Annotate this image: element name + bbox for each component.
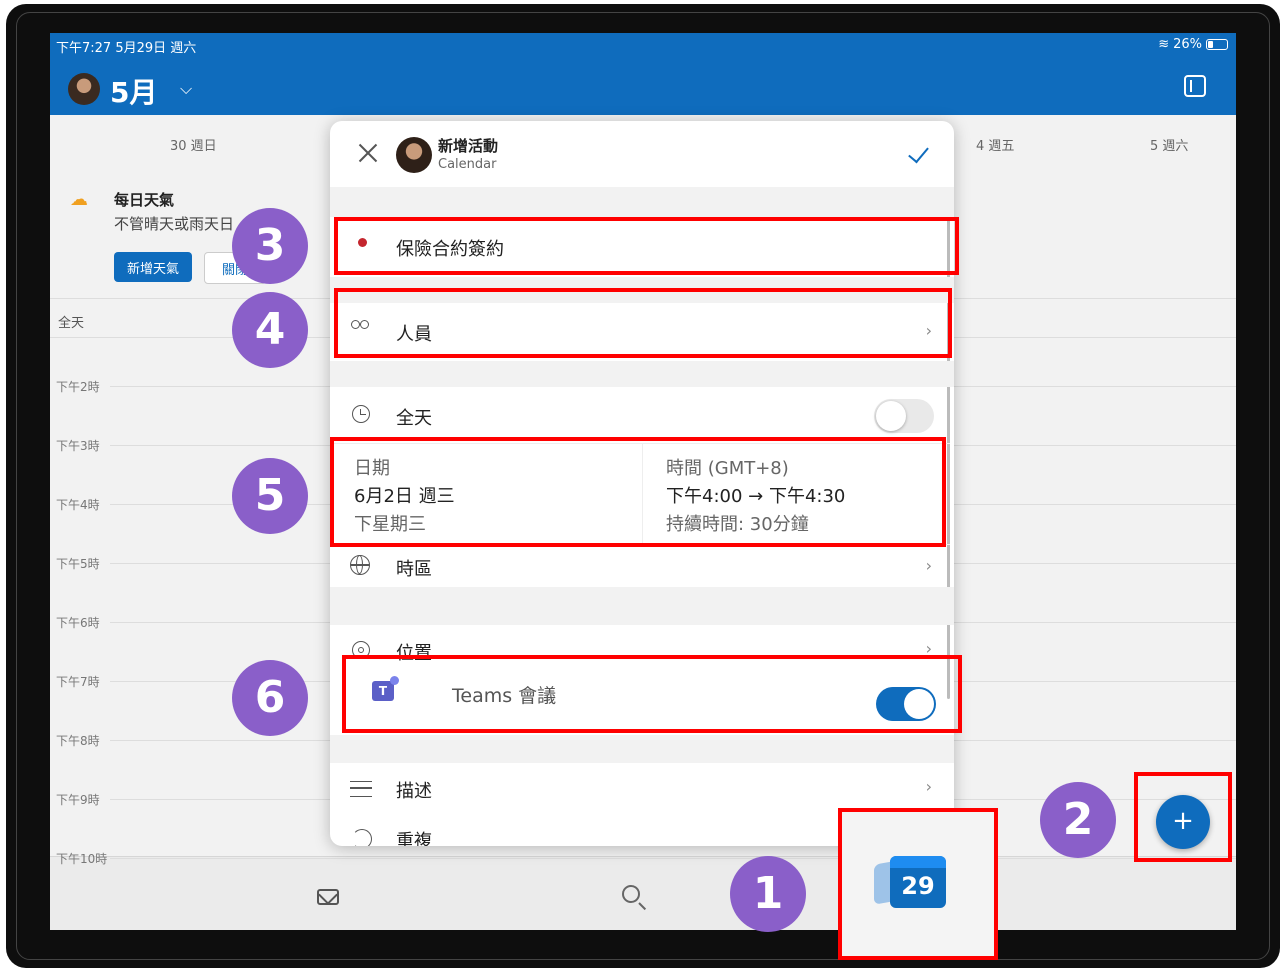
allday-label: 全天 — [58, 316, 85, 331]
all-day-row: 全天 — [330, 387, 950, 443]
highlight-datetime — [330, 437, 946, 547]
hour-label: 下午2時 — [56, 380, 100, 394]
day-header-sun[interactable]: 30 週日 — [170, 135, 217, 154]
dialog-title: 新增活動 — [438, 137, 499, 155]
hour-label: 下午5時 — [56, 557, 100, 571]
highlight-title — [334, 217, 959, 275]
checkmark-icon[interactable] — [908, 141, 929, 164]
day-header-sat[interactable]: 5 週六 — [1150, 135, 1188, 154]
partly-cloudy-icon: ☁ — [70, 189, 88, 210]
account-avatar[interactable] — [68, 73, 100, 105]
chevron-right-icon: › — [925, 777, 932, 796]
highlight-calendar-tab — [838, 808, 998, 960]
repeat-label: 重複 — [396, 831, 432, 846]
wifi-icon: ≋ — [1158, 37, 1170, 52]
tab-bar — [50, 856, 1236, 930]
hour-label: 下午9時 — [56, 793, 100, 807]
section-gap — [330, 361, 954, 387]
description-row[interactable]: 描述 › — [330, 763, 950, 813]
description-label: 描述 — [396, 781, 432, 802]
dialog-header: 新增活動 Calendar — [330, 121, 954, 188]
step-marker-1: 1 — [730, 856, 806, 932]
mail-icon[interactable] — [317, 889, 339, 905]
close-icon[interactable] — [358, 143, 378, 163]
section-gap — [330, 735, 954, 763]
all-day-label: 全天 — [396, 408, 432, 429]
hour-label: 下午3時 — [56, 439, 100, 453]
hour-label: 下午6時 — [56, 616, 100, 630]
step-marker-5: 5 — [232, 458, 308, 534]
weather-description: 不管晴天或雨天日 — [114, 215, 235, 233]
sidebar-toggle-icon[interactable] — [1184, 75, 1206, 97]
step-marker-3: 3 — [232, 208, 308, 284]
app-header: 下午7:27 5月29日 週六 ≋ 26% 5月 ⌵ — [50, 33, 1236, 115]
hour-label: 下午10時 — [56, 852, 108, 866]
weather-title: 每日天氣 — [114, 191, 175, 209]
all-day-toggle[interactable] — [874, 399, 934, 433]
step-marker-4: 4 — [232, 292, 308, 368]
add-weather-button[interactable]: 新增天氣 — [114, 252, 192, 282]
highlight-teams — [342, 655, 962, 733]
section-gap — [330, 587, 954, 625]
highlight-add-button — [1134, 772, 1232, 862]
section-gap — [330, 187, 954, 217]
status-indicators: ≋ 26% — [1158, 37, 1228, 52]
hour-line[interactable] — [110, 858, 1236, 859]
hour-label: 下午8時 — [56, 734, 100, 748]
search-icon[interactable] — [622, 885, 640, 903]
hour-label: 下午7時 — [56, 675, 100, 689]
battery-percent: 26% — [1173, 37, 1202, 52]
status-time-date: 下午7:27 5月29日 週六 — [56, 41, 197, 56]
month-title[interactable]: 5月 — [110, 71, 157, 111]
step-marker-6: 6 — [232, 660, 308, 736]
chevron-down-icon[interactable]: ⌵ — [180, 79, 192, 99]
timezone-label: 時區 — [396, 559, 432, 580]
hour-label: 下午4時 — [56, 498, 100, 512]
battery-icon — [1206, 39, 1228, 50]
day-header-fri[interactable]: 4 週五 — [976, 135, 1014, 154]
highlight-people — [334, 288, 952, 358]
chevron-right-icon: › — [925, 556, 932, 575]
step-marker-2: 2 — [1040, 782, 1116, 858]
calendar-avatar — [396, 137, 432, 173]
calendar-name[interactable]: Calendar — [438, 157, 496, 172]
